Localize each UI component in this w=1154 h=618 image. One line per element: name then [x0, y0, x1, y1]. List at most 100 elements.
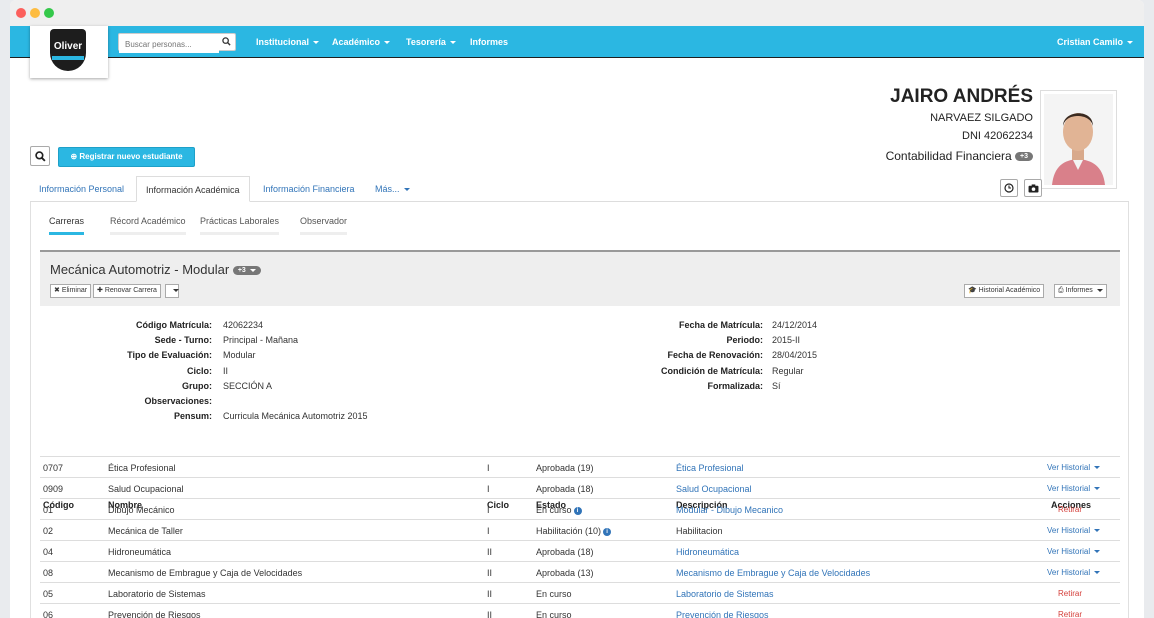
historial-academico-label: Historial Académico — [978, 287, 1041, 294]
informes-dropdown-button[interactable]: ⎙ Informes — [1054, 284, 1107, 298]
career-count-badge[interactable]: +3 — [232, 266, 261, 276]
detail-label: Fecha de Renovación: — [667, 350, 763, 361]
cell-name: Prevención de Riesgos — [108, 610, 201, 618]
cell-name: Mecanismo de Embrague y Caja de Velocida… — [108, 568, 303, 578]
cell-name: Mecánica de Taller — [108, 526, 183, 536]
table-row: 04 Hidroneumática II Aprobada (18) Hidroneum… — [40, 540, 1120, 561]
search-box — [118, 33, 236, 53]
search-icon[interactable] — [222, 37, 231, 48]
student-surname: NARVAEZ SILGADO — [930, 112, 1033, 124]
register-student-label: Registrar nuevo estudiante — [79, 152, 183, 161]
table-row: 08 Mecanismo de Embrague y Caja de Veloci… — [40, 561, 1120, 582]
retirar-link[interactable]: Retirar — [1058, 589, 1082, 598]
history-clock-button[interactable] — [1000, 179, 1018, 197]
detail-value: 42062234 — [223, 320, 264, 330]
cell-description[interactable]: Ética Profesional — [676, 463, 744, 473]
cell-status-label: Habilitación (10) — [536, 526, 602, 536]
subtab-observador[interactable]: Observador — [300, 216, 348, 235]
delete-career-button[interactable]: ✖ Eliminar — [50, 284, 92, 298]
detail-label: Observaciones: — [144, 396, 212, 406]
detail-value: II — [223, 365, 229, 376]
detail-label: Periodo: — [726, 335, 763, 346]
app-logo[interactable]: Oliver — [30, 26, 108, 78]
nav-tesoreria[interactable]: Tesorería — [406, 37, 456, 47]
table-row: 06 Prevención de Riesgos II En curso Prevenc… — [40, 603, 1120, 618]
cell-status-label: Aprobada (18) — [536, 484, 594, 494]
cell-code: 06 — [43, 610, 54, 618]
cell-code: 08 — [43, 568, 54, 578]
minimize-window-icon[interactable] — [30, 8, 40, 18]
cell-status: En curso — [536, 589, 572, 599]
close-icon: ✖ — [54, 287, 62, 294]
info-icon[interactable]: i — [573, 506, 582, 515]
cell-name: Laboratorio de Sistemas — [108, 589, 206, 599]
retirar-link[interactable]: Retirar — [1058, 610, 1082, 618]
cell-description[interactable]: Modular - Dibujo Mecanico — [676, 505, 783, 515]
ver-historial-dropdown[interactable]: Ver Historial — [1047, 463, 1100, 472]
logo-text: Oliver — [53, 41, 83, 52]
search-input[interactable] — [119, 36, 219, 53]
student-photo — [1040, 90, 1117, 189]
nav-academico[interactable]: Académico — [332, 37, 390, 47]
nav-institucional[interactable]: Institucional — [256, 37, 319, 47]
plus-icon: ✚ — [97, 287, 105, 294]
cell-description[interactable]: Laboratorio de Sistemas — [676, 589, 774, 599]
student-program[interactable]: Contabilidad Financiera +3 — [886, 149, 1033, 163]
subtab-practicas-label: Prácticas Laborales — [200, 216, 280, 226]
subtab-record-label: Récord Académico — [110, 216, 186, 226]
tab-mas[interactable]: Más... — [366, 176, 419, 202]
cell-status: Aprobada (18) — [536, 547, 594, 557]
career-title: Mecánica Automotriz - Modular +3 — [50, 262, 261, 277]
retirar-link[interactable]: Retirar — [1058, 505, 1082, 514]
detail-label: Grupo: — [182, 380, 212, 391]
ver-historial-dropdown[interactable]: Ver Historial — [1047, 547, 1100, 556]
detail-label: Formalizada: — [707, 380, 763, 391]
detail-label: Fecha de Matrícula: — [678, 320, 763, 330]
detail-label: Condición de Matrícula: — [660, 365, 763, 376]
cell-status-label: En curso — [536, 610, 572, 618]
search-button[interactable] — [30, 146, 50, 166]
ver-historial-dropdown[interactable]: Ver Historial — [1047, 568, 1100, 577]
logo-band — [52, 56, 84, 60]
cell-description[interactable]: Prevención de Riesgos — [676, 610, 769, 618]
info-icon[interactable]: i — [603, 527, 612, 536]
program-count-badge[interactable]: +3 — [1015, 152, 1033, 162]
subtab-record-academico[interactable]: Récord Académico — [110, 216, 186, 235]
camera-button[interactable] — [1024, 179, 1042, 197]
subtab-carreras[interactable]: Carreras — [49, 216, 85, 235]
ver-historial-dropdown[interactable]: Ver Historial — [1047, 526, 1100, 535]
cell-code: 0909 — [43, 484, 64, 494]
tab-informacion-financiera[interactable]: Información Financiera — [254, 176, 364, 202]
cell-cycle: I — [487, 505, 490, 515]
cell-status-label: En curso — [536, 505, 572, 515]
career-actions-dropdown[interactable] — [165, 284, 179, 298]
subtab-practicas-laborales[interactable]: Prácticas Laborales — [200, 216, 280, 235]
informes-label: Informes — [1065, 287, 1093, 294]
detail-value: SECCIÓN A — [223, 380, 273, 391]
user-menu[interactable]: Cristian Camilo — [1057, 37, 1133, 47]
main-content: JAIRO ANDRÉS NARVAEZ SILGADO DNI 4206223… — [10, 58, 1144, 618]
cell-description[interactable]: Hidroneumática — [676, 547, 739, 557]
register-student-button[interactable]: ⊕ Registrar nuevo estudiante — [58, 147, 195, 167]
detail-label: Sede - Turno: — [154, 335, 212, 346]
historial-academico-button[interactable]: 🎓 Historial Académico — [964, 284, 1045, 298]
cell-description[interactable]: Mecanismo de Embrague y Caja de Velocida… — [676, 568, 870, 578]
nav-informes[interactable]: Informes — [470, 37, 508, 47]
renew-career-button[interactable]: ✚ Renovar Carrera — [93, 284, 161, 298]
cell-status: Aprobada (19) — [536, 463, 594, 473]
cell-status-label: Aprobada (13) — [536, 568, 594, 578]
tab-informacion-academica[interactable]: Información Académica — [136, 176, 250, 202]
ver-historial-dropdown[interactable]: Ver Historial — [1047, 484, 1100, 493]
avatar — [1044, 94, 1113, 185]
maximize-window-icon[interactable] — [44, 8, 54, 18]
cell-name: Salud Ocupacional — [108, 484, 184, 494]
career-header: Mecánica Automotriz - Modular +3 ✖ Elimi… — [40, 250, 1120, 306]
subtab-carreras-label: Carreras — [49, 216, 85, 226]
detail-label: Código Matrícula: — [136, 320, 212, 330]
close-window-icon[interactable] — [16, 8, 26, 18]
tab-informacion-personal[interactable]: Información Personal — [30, 176, 133, 202]
detail-value: Principal - Mañana — [223, 335, 299, 346]
cell-description[interactable]: Salud Ocupacional — [676, 484, 752, 494]
cell-code: 05 — [43, 589, 54, 599]
cell-code: 01 — [43, 505, 54, 515]
